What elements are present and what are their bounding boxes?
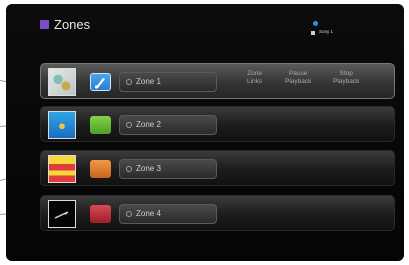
album-art: [48, 155, 76, 183]
radio-icon: [126, 79, 132, 85]
album-art: [48, 200, 76, 228]
zone-name: Zone 3: [136, 164, 161, 173]
zone-row-2[interactable]: Zone 2: [40, 106, 395, 142]
stop-playback-label: Stop: [339, 70, 353, 77]
zone-name: Zone 2: [136, 120, 161, 129]
zone-links-label: Links: [247, 78, 263, 85]
zone-name-button[interactable]: Zone 4: [119, 204, 217, 224]
zones-screen: Zones Sony 1 Zone 1 Zone Links Pause Pla…: [6, 4, 404, 261]
zone-row-1[interactable]: Zone 1 Zone Links Pause Playback Stop Pl…: [40, 63, 395, 99]
speaker-icon: [311, 31, 315, 35]
radio-icon: [126, 166, 132, 172]
radio-icon: [126, 211, 132, 217]
music-note-icon[interactable]: [90, 73, 111, 91]
zone-name-button[interactable]: Zone 1: [119, 72, 217, 92]
pause-playback-label: Playback: [285, 78, 312, 85]
zone-name-button[interactable]: Zone 3: [119, 159, 217, 179]
album-art: [48, 111, 76, 139]
pause-playback-label: Pause: [288, 70, 308, 77]
radio-icon: [126, 122, 132, 128]
zone-links-label: Zone: [247, 70, 262, 77]
pause-playback-button[interactable]: Pause Playback: [285, 70, 311, 86]
device-label: Sony 1: [319, 29, 334, 34]
stop-playback-label: Playback: [333, 78, 360, 85]
zone-name: Zone 1: [136, 77, 161, 86]
zone-icon[interactable]: [90, 116, 111, 134]
zone-row-3[interactable]: Zone 3: [40, 150, 395, 186]
zone-icon[interactable]: [90, 205, 111, 223]
zone-row-4[interactable]: Zone 4: [40, 195, 395, 231]
zone-name: Zone 4: [136, 209, 161, 218]
zone-links-button[interactable]: Zone Links: [247, 70, 262, 86]
page-title: Zones: [54, 17, 91, 32]
stop-playback-button[interactable]: Stop Playback: [333, 70, 359, 86]
status-dot-icon: [313, 21, 318, 26]
zones-icon: [40, 20, 49, 29]
zone-name-button[interactable]: Zone 2: [119, 115, 217, 135]
zone-icon[interactable]: [90, 160, 111, 178]
album-art: [48, 68, 76, 96]
